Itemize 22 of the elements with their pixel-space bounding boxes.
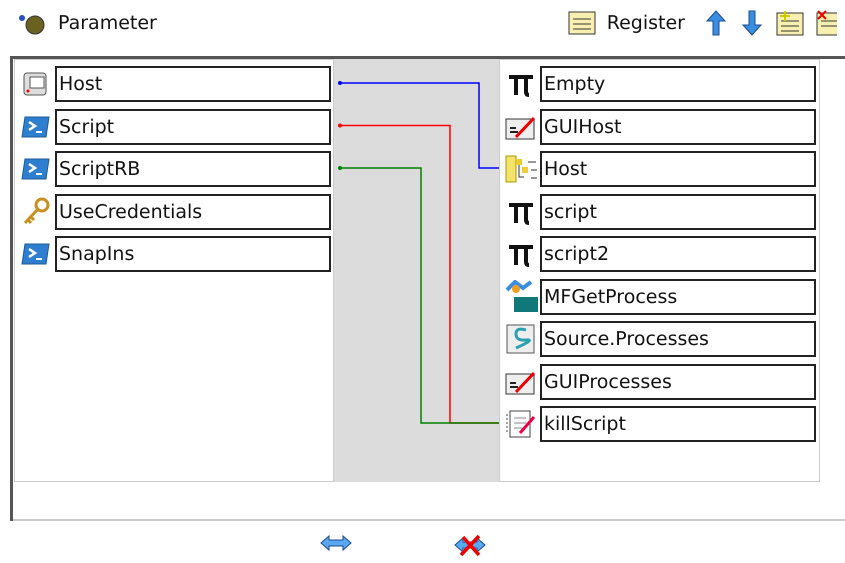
add-register-button[interactable] [775, 9, 805, 37]
variable-field[interactable]: Empty [540, 66, 816, 102]
parameter-field[interactable]: ScriptRB [55, 151, 331, 187]
register-label: Register [606, 12, 685, 34]
variable-field[interactable]: Host [540, 151, 816, 187]
variable-field[interactable]: script2 [540, 236, 816, 272]
variable-field[interactable]: killScript [540, 406, 816, 442]
delete-register-button[interactable] [815, 9, 837, 37]
parameter-field[interactable]: Host [55, 66, 331, 102]
variable-field[interactable]: script [540, 194, 816, 230]
parameter-field[interactable]: UseCredentials [55, 194, 331, 230]
move-up-button[interactable] [703, 9, 729, 37]
variable-field[interactable]: GUIProcesses [540, 364, 816, 400]
parameter-field[interactable]: Script [55, 108, 331, 144]
variable-field[interactable]: GUIHost [540, 108, 816, 144]
variable-field[interactable]: Source.Processes [540, 321, 816, 357]
variable-field[interactable]: MFGetProcess [540, 278, 816, 314]
move-down-button[interactable] [739, 9, 765, 37]
parameter-field[interactable]: SnapIns [55, 236, 331, 272]
window-title: Parameter [58, 12, 157, 34]
disconnect-button[interactable] [452, 533, 486, 557]
register-button[interactable] [566, 10, 597, 36]
